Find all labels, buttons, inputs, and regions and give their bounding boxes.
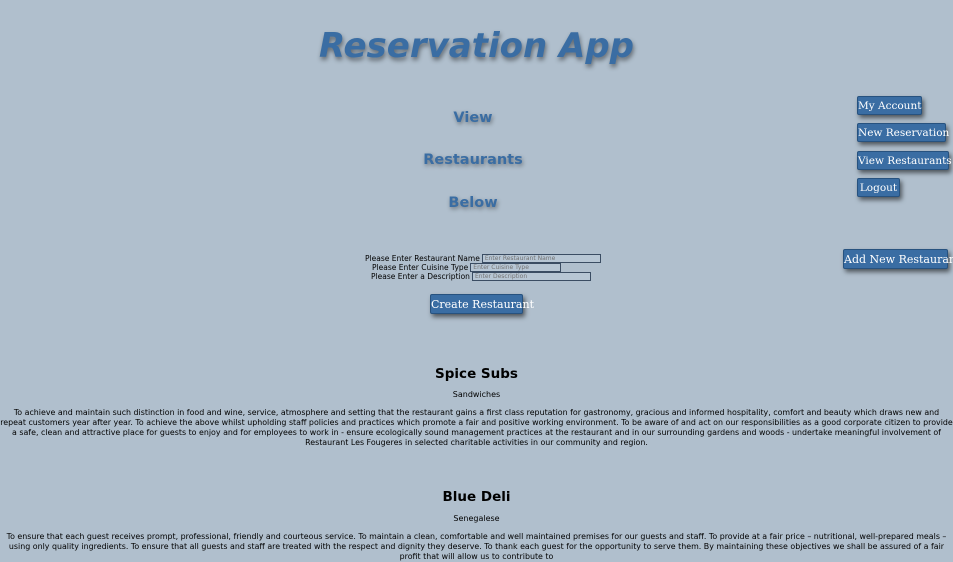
view-heading-line-2: Restaurants [423,152,523,168]
my-account-button[interactable]: My Account [857,96,922,115]
new-reservation-button[interactable]: New Reservation [857,123,949,142]
restaurant-2-cuisine: Senegalese [453,514,500,523]
description-row: Please Enter a Description [371,272,591,282]
restaurant-1-cuisine: Sandwiches [452,390,501,399]
restaurant-1-description: To achieve and maintain such distinction… [0,408,953,447]
cuisine-type-label: Please Enter Cuisine Type [372,263,469,272]
add-new-restaurant-button[interactable]: Add New Restaurant [843,249,953,269]
view-heading-line-3: Below [448,195,498,211]
logout-button[interactable]: Logout [857,178,900,197]
restaurant-2-name: Blue Deli [442,489,511,505]
view-restaurants-button[interactable]: View Restaurants [857,151,952,170]
cuisine-type-input[interactable] [470,263,562,272]
restaurant-1-name: Spice Subs [435,366,518,382]
app-title: Reservation App [318,26,634,66]
restaurant-name-input[interactable] [481,254,601,263]
description-input[interactable] [471,272,591,281]
restaurant-name-label: Please Enter Restaurant Name [365,254,480,263]
create-restaurant-button[interactable]: Create Restaurant [430,294,534,314]
description-label: Please Enter a Description [371,272,470,281]
view-heading-line-1: View [453,110,493,126]
restaurant-2-description: To ensure that each guest receives promp… [6,532,947,561]
